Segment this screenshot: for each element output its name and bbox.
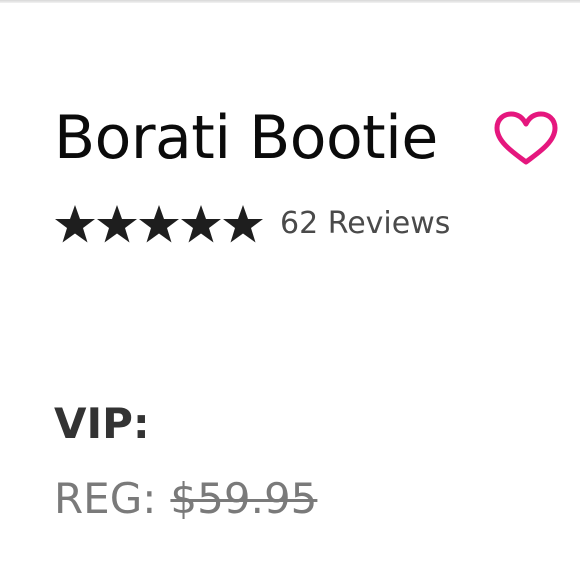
wishlist-button[interactable] bbox=[492, 110, 560, 168]
top-divider bbox=[0, 0, 580, 3]
product-header: Borati Bootie bbox=[54, 96, 580, 180]
product-title: Borati Bootie bbox=[54, 103, 438, 173]
heart-outline-icon bbox=[494, 111, 558, 165]
regular-price-row: REG: $59.95 bbox=[54, 470, 317, 528]
vip-price-label: VIP: bbox=[54, 399, 150, 448]
star-icon bbox=[223, 205, 263, 243]
rating-row: 62 Reviews bbox=[54, 200, 534, 248]
star-icon bbox=[181, 205, 221, 243]
regular-price-label: REG: bbox=[54, 474, 157, 523]
regular-price-value: $59.95 bbox=[170, 474, 318, 523]
star-icon bbox=[55, 205, 95, 243]
star-rating bbox=[54, 204, 264, 244]
star-icon bbox=[139, 205, 179, 243]
star-icon bbox=[97, 205, 137, 243]
reviews-link[interactable]: 62 Reviews bbox=[280, 202, 450, 246]
